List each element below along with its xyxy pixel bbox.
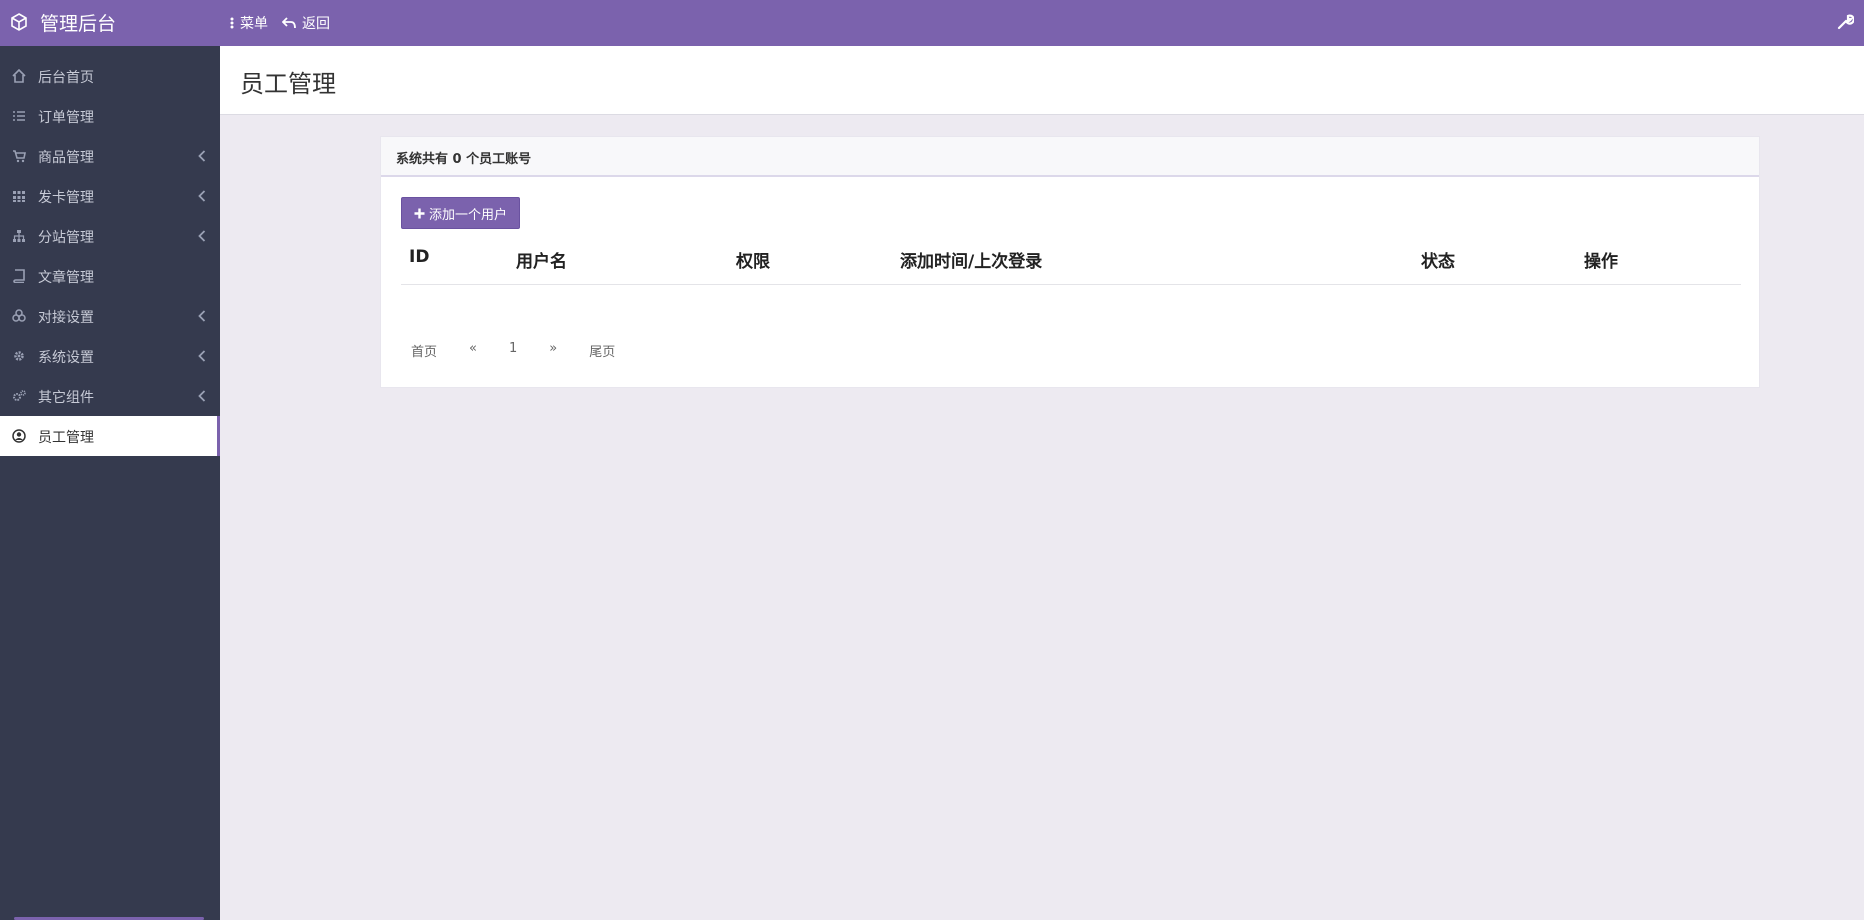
sidebar-item-label: 文章管理 <box>38 270 94 286</box>
chevron-left-icon <box>198 230 206 242</box>
pager-prev[interactable]: « <box>459 337 487 364</box>
gears-icon <box>13 390 26 401</box>
add-user-button[interactable]: 添加一个用户 <box>401 197 521 229</box>
back-button[interactable]: 返回 <box>282 13 330 33</box>
table-header: ID 用户名 权限 添加时间/上次登录 状态 操作 <box>401 239 1741 285</box>
sidebar: 后台首页订单管理商品管理发卡管理分站管理文章管理对接设置系统设置其它组件员工管理 <box>0 46 220 920</box>
sidebar-item-1[interactable]: 订单管理 <box>0 96 220 136</box>
sidebar-item-label: 分站管理 <box>38 230 94 246</box>
column-header-added-time[interactable]: 添加时间/上次登录 <box>900 247 1042 272</box>
sitemap-icon <box>13 230 25 242</box>
menu-toggle-button[interactable]: 菜单 <box>230 13 268 33</box>
pagination: 首页 « 1 » 尾页 <box>401 337 637 364</box>
wrench-icon[interactable] <box>1836 13 1854 31</box>
sidebar-item-label: 商品管理 <box>38 150 94 166</box>
page-header: 员工管理 <box>220 46 1864 115</box>
chevron-left-icon <box>198 190 206 202</box>
staff-table: ID 用户名 权限 添加时间/上次登录 状态 操作 <box>401 239 1741 285</box>
menu-label: 菜单 <box>240 16 268 32</box>
sidebar-item-5[interactable]: 文章管理 <box>0 256 220 296</box>
sidebar-item-3[interactable]: 发卡管理 <box>0 176 220 216</box>
chevron-left-icon <box>198 150 206 162</box>
brand[interactable]: 管理后台 <box>0 0 220 46</box>
sidebar-menu: 后台首页订单管理商品管理发卡管理分站管理文章管理对接设置系统设置其它组件员工管理 <box>0 46 220 456</box>
panel-body: 添加一个用户 ID 用户名 权限 添加时间/上次登录 状态 操作 首页 « 1 … <box>381 177 1759 360</box>
chevron-left-icon <box>198 350 206 362</box>
pager-last[interactable]: 尾页 <box>579 337 625 364</box>
sidebar-item-9[interactable]: 员工管理 <box>0 416 220 456</box>
column-header-id[interactable]: ID <box>409 247 429 267</box>
grid-icon <box>13 191 25 202</box>
column-header-permission[interactable]: 权限 <box>736 247 770 272</box>
cube-icon <box>11 13 27 31</box>
home-icon <box>12 69 26 83</box>
page-title: 员工管理 <box>240 70 336 98</box>
top-navbar: 管理后台 菜单 返回 <box>0 0 1864 46</box>
cart-icon <box>13 150 26 163</box>
plus-icon <box>414 208 425 218</box>
list-icon <box>13 111 25 121</box>
chevron-left-icon <box>198 310 206 322</box>
sidebar-item-4[interactable]: 分站管理 <box>0 216 220 256</box>
staff-panel: 系统共有 0 个员工账号 添加一个用户 ID 用户名 权限 添加时间/上次登录 … <box>380 136 1760 388</box>
column-header-actions[interactable]: 操作 <box>1584 247 1618 272</box>
sidebar-item-6[interactable]: 对接设置 <box>0 296 220 336</box>
top-nav: 菜单 返回 <box>230 0 344 46</box>
chevron-left-icon <box>198 390 206 402</box>
reply-icon <box>282 17 296 29</box>
brand-title: 管理后台 <box>40 13 117 35</box>
user-circle-icon <box>12 429 26 443</box>
sidebar-item-label: 订单管理 <box>38 110 94 126</box>
sidebar-item-label: 员工管理 <box>38 430 94 446</box>
gear-icon <box>14 351 24 361</box>
sidebar-item-label: 发卡管理 <box>38 190 94 206</box>
pager-page-1[interactable]: 1 <box>499 337 527 364</box>
column-header-status[interactable]: 状态 <box>1421 247 1455 272</box>
sidebar-item-label: 后台首页 <box>38 70 94 86</box>
panel-heading: 系统共有 0 个员工账号 <box>381 137 1759 177</box>
sidebar-item-label: 其它组件 <box>38 390 94 406</box>
cubes-icon <box>12 309 26 322</box>
sidebar-item-8[interactable]: 其它组件 <box>0 376 220 416</box>
pager-first[interactable]: 首页 <box>401 337 447 364</box>
pager-next[interactable]: » <box>539 337 567 364</box>
sidebar-item-7[interactable]: 系统设置 <box>0 336 220 376</box>
book-icon <box>13 269 25 283</box>
sidebar-item-2[interactable]: 商品管理 <box>0 136 220 176</box>
sidebar-item-0[interactable]: 后台首页 <box>0 56 220 96</box>
add-user-label: 添加一个用户 <box>429 207 508 223</box>
ellipsis-vertical-icon <box>230 17 234 29</box>
sidebar-item-label: 对接设置 <box>38 310 94 326</box>
column-header-username[interactable]: 用户名 <box>516 247 567 272</box>
sidebar-item-label: 系统设置 <box>38 350 94 366</box>
back-label: 返回 <box>302 16 330 32</box>
